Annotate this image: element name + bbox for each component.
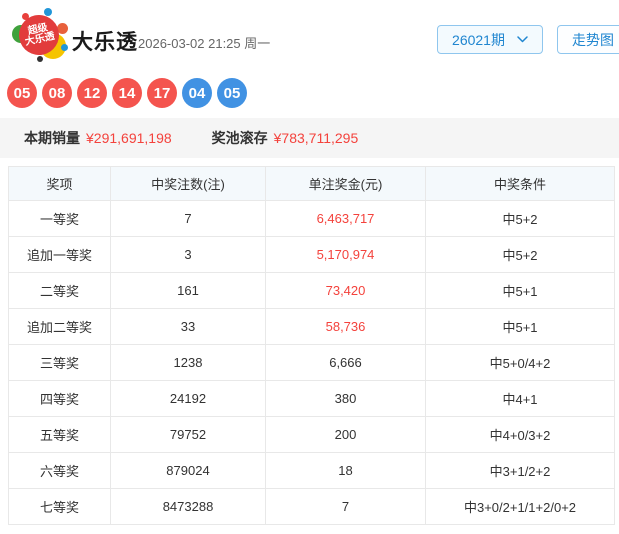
prize-amount-cell: 200 (265, 416, 426, 453)
lottery-ball-back: 04 (182, 78, 212, 108)
table-row: 三等奖 1238 6,666 中5+0/4+2 (8, 344, 615, 381)
win-count-cell: 7 (110, 200, 266, 237)
table-row: 七等奖 8473288 7 中3+0/2+1/1+2/0+2 (8, 488, 615, 525)
prize-amount-cell: 18 (265, 452, 426, 489)
prize-name-cell: 六等奖 (8, 452, 111, 489)
win-condition-cell: 中5+1 (425, 308, 615, 345)
logo-dot-blue2-icon (61, 44, 68, 51)
logo-dot-black-icon (37, 56, 43, 62)
win-count-cell: 33 (110, 308, 266, 345)
prize-name-cell: 三等奖 (8, 344, 111, 381)
win-condition-cell: 中5+2 (425, 236, 615, 273)
prize-amount-cell: 58,736 (265, 308, 426, 345)
chevron-down-icon (517, 36, 528, 43)
table-row: 追加一等奖 3 5,170,974 中5+2 (8, 236, 615, 273)
super-lotto-logo: 超级 大乐透 (12, 8, 68, 64)
sales-info-bar: 本期销量 ¥291,691,198 奖池滚存 ¥783,711,295 (0, 118, 619, 158)
table-row: 五等奖 79752 200 中4+0/3+2 (8, 416, 615, 453)
sales-label: 本期销量 (24, 130, 80, 146)
drawn-numbers: 05 08 12 14 17 04 05 (7, 78, 252, 108)
win-count-cell: 879024 (110, 452, 266, 489)
column-header: 单注奖金(元) (265, 166, 426, 201)
prize-table-header: 奖项 中奖注数(注) 单注奖金(元) 中奖条件 (8, 166, 615, 201)
prize-name-cell: 四等奖 (8, 380, 111, 417)
lottery-ball-front: 08 (42, 78, 72, 108)
lottery-ball-back: 05 (217, 78, 247, 108)
prize-amount-cell: 7 (265, 488, 426, 525)
lottery-ball-front: 14 (112, 78, 142, 108)
prize-name-cell: 二等奖 (8, 272, 111, 309)
table-row: 一等奖 7 6,463,717 中5+2 (8, 200, 615, 237)
prize-name-cell: 七等奖 (8, 488, 111, 525)
prize-table: 奖项 中奖注数(注) 单注奖金(元) 中奖条件 一等奖 7 6,463,717 中5+2 追加… (8, 166, 615, 525)
win-condition-cell: 中4+0/3+2 (425, 416, 615, 453)
win-count-cell: 8473288 (110, 488, 266, 525)
page-title: 大乐透 (72, 31, 138, 54)
lottery-results-page: 超级 大乐透 大乐透 2026-03-02 21:25 周一 26021期 走势… (0, 0, 619, 534)
prize-amount-cell: 6,666 (265, 344, 426, 381)
win-count-cell: 1238 (110, 344, 266, 381)
column-header: 奖项 (8, 166, 111, 201)
column-header: 中奖注数(注) (110, 166, 266, 201)
table-row: 二等奖 161 73,420 中5+1 (8, 272, 615, 309)
win-condition-cell: 中4+1 (425, 380, 615, 417)
table-row: 四等奖 24192 380 中4+1 (8, 380, 615, 417)
lottery-ball-front: 17 (147, 78, 177, 108)
prize-amount-cell: 380 (265, 380, 426, 417)
column-header: 中奖条件 (425, 166, 615, 201)
win-condition-cell: 中5+1 (425, 272, 615, 309)
table-header-row: 奖项 中奖注数(注) 单注奖金(元) 中奖条件 (8, 166, 615, 201)
pool-value: ¥783,711,295 (273, 130, 359, 146)
trend-chart-button[interactable]: 走势图 (557, 25, 619, 54)
win-count-cell: 161 (110, 272, 266, 309)
win-count-cell: 24192 (110, 380, 266, 417)
win-condition-cell: 中3+0/2+1/1+2/0+2 (425, 488, 615, 525)
lottery-ball-front: 12 (77, 78, 107, 108)
win-count-cell: 3 (110, 236, 266, 273)
prize-name-cell: 追加一等奖 (8, 236, 111, 273)
prize-name-cell: 五等奖 (8, 416, 111, 453)
prize-name-cell: 一等奖 (8, 200, 111, 237)
lottery-ball-front: 05 (7, 78, 37, 108)
sales-value: ¥291,691,198 (86, 130, 172, 146)
prize-amount-cell: 5,170,974 (265, 236, 426, 273)
win-condition-cell: 中3+1/2+2 (425, 452, 615, 489)
win-condition-cell: 中5+0/4+2 (425, 344, 615, 381)
prize-amount-cell: 73,420 (265, 272, 426, 309)
table-row: 六等奖 879024 18 中3+1/2+2 (8, 452, 615, 489)
prize-table-body: 一等奖 7 6,463,717 中5+2 追加一等奖 3 5,170,974 中5+2 二等奖 1… (8, 200, 615, 525)
table-row: 追加二等奖 33 58,736 中5+1 (8, 308, 615, 345)
pool-label: 奖池滚存 (211, 130, 268, 146)
issue-dropdown[interactable]: 26021期 (437, 25, 543, 54)
prize-amount-cell: 6,463,717 (265, 200, 426, 237)
prize-name-cell: 追加二等奖 (8, 308, 111, 345)
win-condition-cell: 中5+2 (425, 200, 615, 237)
win-count-cell: 79752 (110, 416, 266, 453)
issue-dropdown-value: 26021期 (452, 31, 505, 48)
draw-datetime: 2026-03-02 21:25 周一 (138, 36, 271, 51)
